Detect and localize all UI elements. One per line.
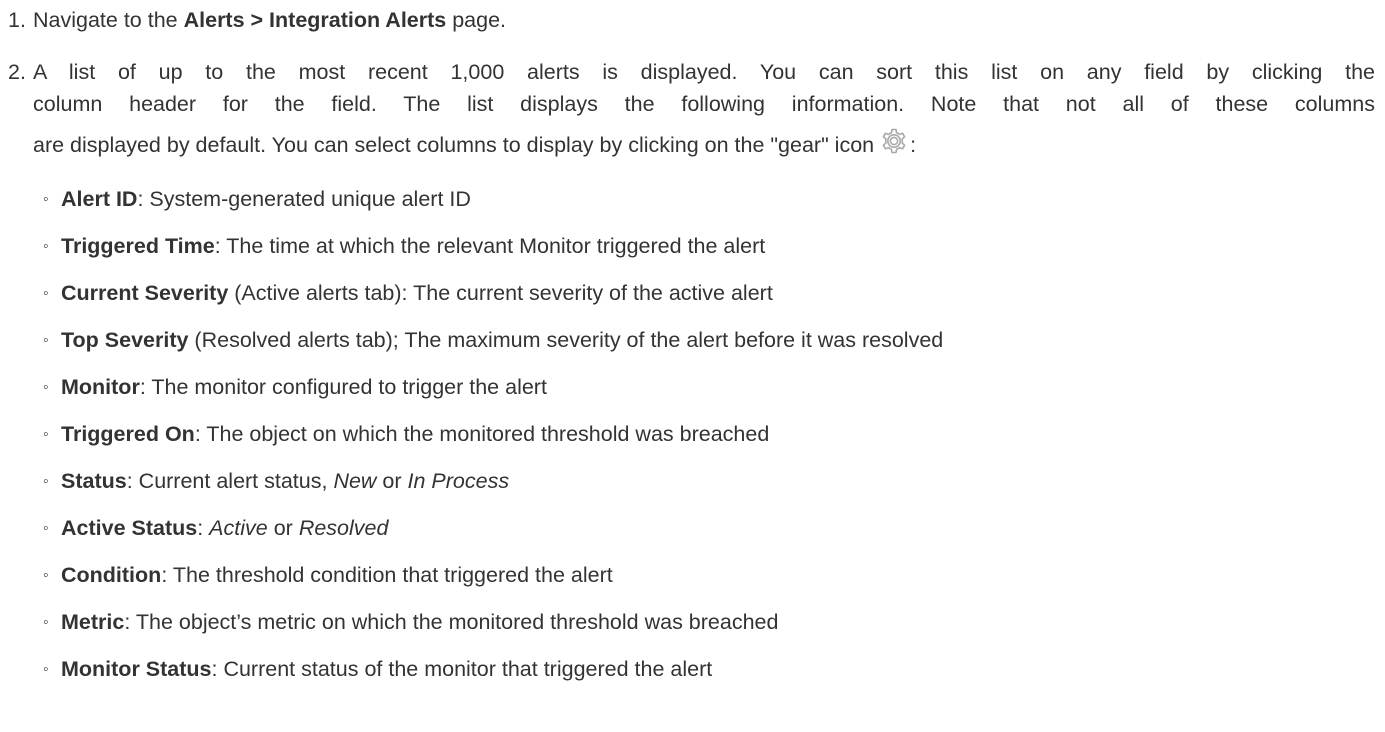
status-value-in-process: In Process: [407, 469, 510, 493]
status-value-new: New: [333, 469, 377, 493]
list-item-active-status: ◦ Active Status: Active or Resolved: [33, 512, 1375, 544]
list-item-condition: ◦ Condition: The threshold condition that…: [33, 559, 1375, 591]
field-description: : System-generated unique alert ID: [137, 187, 471, 211]
step-number: 1.: [8, 8, 26, 32]
field-name: Triggered On: [61, 422, 195, 446]
bullet-icon: ◦: [43, 379, 49, 396]
step-1-prefix: Navigate to the: [33, 8, 184, 32]
field-description: : The object’s metric on which the monit…: [124, 610, 779, 634]
step-number: 2.: [8, 60, 26, 84]
field-description: : The time at which the relevant Monitor…: [214, 234, 766, 258]
bullet-icon: ◦: [43, 285, 49, 302]
bullet-icon: ◦: [43, 332, 49, 349]
field-description: : The object on which the monitored thre…: [194, 422, 770, 446]
field-description: (Resolved alerts tab); The maximum sever…: [188, 328, 944, 352]
field-name: Metric: [61, 610, 125, 634]
bullet-icon: ◦: [43, 661, 49, 678]
bullet-icon: ◦: [43, 191, 49, 208]
field-name: Monitor: [61, 375, 140, 399]
list-item-triggered-on: ◦ Triggered On: The object on which the m…: [33, 418, 1375, 450]
step-2-line-3-text: are displayed by default. You can select…: [33, 133, 875, 157]
bullet-icon: ◦: [43, 567, 49, 584]
menu-path: Alerts > Integration Alerts: [183, 8, 447, 32]
bullet-icon: ◦: [43, 473, 49, 490]
step-2-line-3: are displayed by default. You can select…: [33, 124, 1375, 166]
connector-text: or: [376, 469, 408, 493]
list-item-monitor-status: ◦ Monitor Status: Current status of the m…: [33, 653, 1375, 685]
status-value-resolved: Resolved: [298, 516, 389, 540]
field-description: : Current alert status,: [126, 469, 334, 493]
field-name: Triggered Time: [61, 234, 215, 258]
field-description: : The monitor configured to trigger the …: [139, 375, 547, 399]
document: 1. Navigate to the Alerts > Integration …: [0, 0, 1385, 732]
list-item-metric: ◦ Metric: The object’s metric on which th…: [33, 606, 1375, 638]
bullet-icon: ◦: [43, 238, 49, 255]
list-item-triggered-time: ◦ Triggered Time: The time at which the r…: [33, 230, 1375, 262]
field-name: Monitor Status: [61, 657, 212, 681]
field-name: Active Status: [61, 516, 198, 540]
field-name: Alert ID: [61, 187, 138, 211]
gear-icon: [880, 127, 908, 155]
list-item-current-severity: ◦ Current Severity (Active alerts tab): T…: [33, 277, 1375, 309]
connector-text: or: [267, 516, 299, 540]
field-description: : Current status of the monitor that tri…: [211, 657, 713, 681]
list-item-status: ◦ Status: Current alert status, New or In…: [33, 465, 1375, 497]
bullet-icon: ◦: [43, 614, 49, 631]
field-name: Current Severity: [61, 281, 229, 305]
field-name: Top Severity: [61, 328, 189, 352]
field-description: :: [197, 516, 210, 540]
field-description: : The threshold condition that triggered…: [161, 563, 613, 587]
bullet-icon: ◦: [43, 426, 49, 443]
list-item-monitor: ◦ Monitor: The monitor configured to trig…: [33, 371, 1375, 403]
step-2-line-3-colon: :: [910, 133, 917, 157]
field-name: Status: [61, 469, 127, 493]
step-1-suffix: page.: [446, 8, 507, 32]
step-2-line-1: A list of up to the most recent 1,000 al…: [33, 60, 1375, 84]
list-item-alert-id: ◦ Alert ID: System-generated unique alert…: [33, 183, 1375, 215]
field-name: Condition: [61, 563, 162, 587]
bullet-icon: ◦: [43, 520, 49, 537]
step-1-text: Navigate to the Alerts > Integration Ale…: [33, 4, 1375, 36]
list-item-top-severity: ◦ Top Severity (Resolved alerts tab); The…: [33, 324, 1375, 356]
step-2-line-2: column header for the field. The list di…: [33, 92, 1375, 116]
status-value-active: Active: [209, 516, 268, 540]
field-description: (Active alerts tab): The current severit…: [228, 281, 773, 305]
